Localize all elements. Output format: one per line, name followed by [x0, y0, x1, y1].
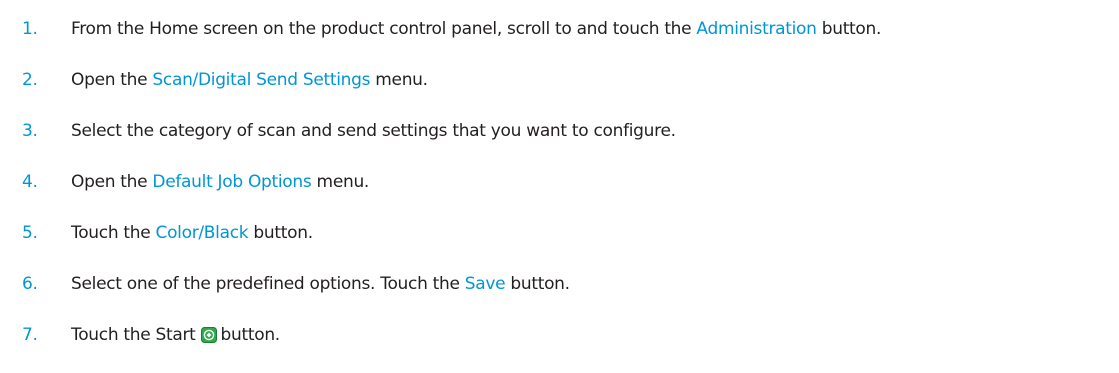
step-number: 5.: [22, 223, 38, 243]
step-text: Select the category of scan and send set…: [71, 121, 676, 141]
step-text-after: menu.: [370, 70, 428, 90]
step-number: 4.: [22, 172, 38, 192]
step-text: Select one of the predefined options. To…: [71, 271, 570, 297]
step-text: Touch the Start button.: [71, 322, 280, 348]
step-text-before: Select one of the predefined options. To…: [71, 274, 465, 294]
step-text-before: Open the: [71, 70, 153, 90]
step-number: 6.: [22, 274, 38, 294]
administration-link[interactable]: Administration: [696, 19, 817, 39]
step-number: 1.: [22, 19, 38, 39]
step-text-before: From the Home screen on the product cont…: [71, 19, 697, 39]
step-text: Open the Scan/Digital Send Settings menu…: [71, 67, 428, 93]
step-text: Open the Default Job Options menu.: [71, 169, 369, 195]
step-number: 2.: [22, 70, 38, 90]
step-text-after: button.: [248, 223, 313, 243]
step-text-after: button.: [220, 325, 281, 345]
step-text-after: menu.: [311, 172, 370, 192]
color-black-link[interactable]: Color/Black: [156, 223, 249, 243]
step-text: From the Home screen on the product cont…: [71, 16, 881, 42]
step-text: Touch the Color/Black button.: [71, 220, 313, 246]
step-number: 3.: [22, 121, 38, 141]
scan-digital-send-settings-link[interactable]: Scan/Digital Send Settings: [152, 70, 370, 90]
default-job-options-link[interactable]: Default Job Options: [152, 172, 311, 192]
step-number: 7.: [22, 325, 38, 345]
step-text-before: Open the: [71, 172, 153, 192]
step-text-before: Touch the: [71, 223, 156, 243]
save-link[interactable]: Save: [465, 274, 506, 294]
step-text-before: Touch the Start: [71, 325, 196, 345]
start-button-icon: [200, 325, 217, 343]
instruction-steps-list: 1. From the Home screen on the product c…: [0, 0, 1119, 373]
step-text-after: button.: [816, 19, 882, 39]
step-text-after: button.: [505, 274, 570, 294]
